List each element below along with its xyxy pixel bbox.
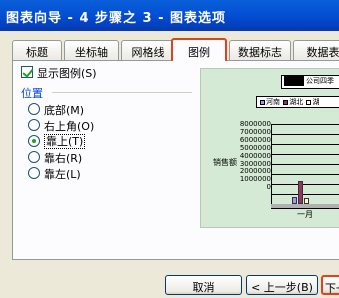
window-title: 图表向导 - 4 步骤之 3 - 图表选项 — [0, 0, 339, 31]
cancel-button[interactable]: 取消 — [165, 275, 242, 295]
preview-legend: 河南 湖北 湖 — [256, 96, 339, 108]
show-legend-label[interactable]: 显示图例(S) — [37, 65, 97, 81]
radio-corner-label[interactable]: 右上角(O) — [44, 118, 94, 134]
tab-data-table[interactable]: 数据表 — [293, 40, 339, 60]
bar — [292, 197, 297, 204]
x-axis-label: 一月 — [297, 210, 313, 219]
legend-swatch-3 — [306, 99, 312, 105]
bar — [298, 181, 303, 204]
gridline — [272, 194, 339, 195]
legend-item-3: 湖 — [312, 98, 320, 106]
tab-legend[interactable]: 图例 — [171, 38, 227, 61]
radio-bottom-label[interactable]: 底部(M) — [44, 102, 84, 118]
y-tick: 1000000 — [239, 175, 271, 184]
gridline — [272, 164, 339, 165]
radio-top-label-wrap[interactable]: 靠上(T) — [44, 133, 86, 149]
back-button[interactable]: < 上一步(B) — [246, 275, 318, 295]
y-tick: 0 — [266, 183, 271, 192]
gridline — [272, 154, 339, 155]
next-button[interactable]: 下一 — [321, 275, 339, 295]
tab-gridlines[interactable]: 网格线 — [121, 40, 175, 60]
preview-title: 公司四季 — [306, 77, 334, 85]
radio-bottom[interactable] — [28, 103, 40, 115]
legend-swatch-1 — [260, 99, 265, 105]
plot-area — [271, 124, 339, 205]
position-group-divider — [52, 92, 192, 93]
radio-corner[interactable] — [28, 119, 40, 131]
gridline — [272, 184, 339, 185]
gridline — [272, 174, 339, 175]
gridline — [272, 144, 339, 145]
legend-item-2: 湖北 — [289, 98, 304, 106]
tab-title[interactable]: 标题 — [12, 40, 62, 60]
legend-swatch-2 — [283, 99, 289, 105]
tab-strip: 标题 坐标轴 网格线 图例 数据标志 数据表 — [12, 38, 339, 61]
y-axis-label: 销售额 — [213, 158, 237, 167]
show-legend-checkbox[interactable] — [21, 66, 33, 78]
radio-right[interactable] — [28, 151, 40, 163]
radio-top[interactable] — [28, 135, 40, 147]
tab-data-labels[interactable]: 数据标志 — [229, 40, 291, 60]
preview-title-box: 公司四季 — [281, 75, 339, 89]
tab-axes[interactable]: 坐标轴 — [64, 40, 119, 60]
radio-top-label[interactable]: 靠上(T) — [44, 134, 86, 149]
gridline — [272, 124, 339, 125]
radio-left[interactable] — [28, 167, 40, 179]
title-swatch — [284, 76, 304, 86]
chart-preview: 公司四季 河南 湖北 湖 8000000 7000000 6000000 500… — [200, 68, 339, 228]
position-group-title: 位置 — [21, 87, 43, 100]
gridline — [272, 134, 339, 135]
radio-right-label[interactable]: 靠右(R) — [44, 150, 82, 166]
legend-item-1: 河南 — [266, 98, 280, 106]
radio-left-label[interactable]: 靠左(L) — [44, 166, 81, 182]
